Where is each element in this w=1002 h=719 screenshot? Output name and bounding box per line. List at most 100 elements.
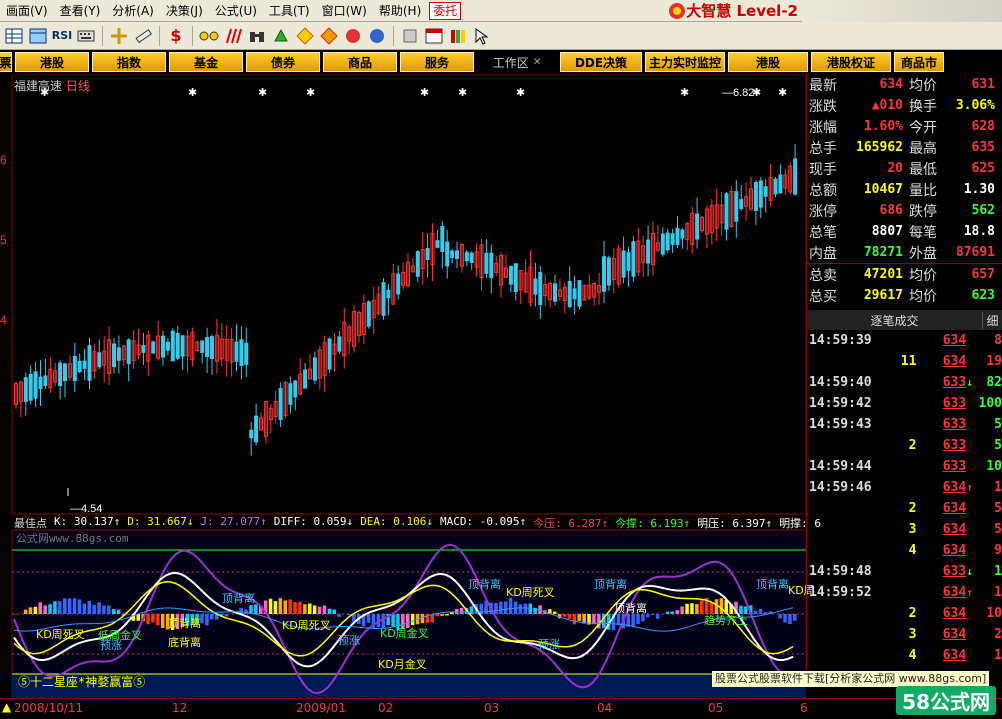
- indicator-value: 明压: 6.397↑: [697, 517, 773, 530]
- tab-hk-warrant[interactable]: 港股权证: [811, 52, 891, 72]
- table-icon[interactable]: [26, 25, 50, 47]
- macd-bar: [273, 601, 278, 614]
- menu-trade[interactable]: 委托: [429, 1, 462, 20]
- indicator-value: 今撑: 6.193↑: [615, 517, 691, 530]
- signal-annotation: KD月金叉: [378, 658, 427, 671]
- tick-detail-button[interactable]: 细: [982, 311, 1002, 329]
- window-icon[interactable]: [422, 25, 446, 47]
- signal-annotation: 顶背离: [168, 617, 201, 630]
- macd-bar: [151, 614, 155, 623]
- tab-bond[interactable]: 债券: [246, 52, 320, 72]
- rsi-icon[interactable]: RSI: [50, 25, 74, 47]
- macd-bar: [317, 606, 322, 614]
- menu-decision[interactable]: 决策(J): [160, 0, 209, 22]
- tab-main-force-monitor[interactable]: 主力实时监控: [645, 52, 725, 72]
- menu-check[interactable]: 查看(Y): [54, 0, 107, 22]
- quote-value: 631: [971, 77, 995, 92]
- toolbar-separator: [159, 25, 160, 46]
- menu-help[interactable]: 帮助(H): [373, 0, 427, 22]
- glasses-icon[interactable]: [197, 25, 221, 47]
- bell-icon[interactable]: [269, 25, 293, 47]
- quote-value: 47201: [863, 267, 903, 282]
- signal-annotation: 底背离: [168, 636, 201, 649]
- ruler-icon[interactable]: [131, 25, 155, 47]
- quote-value: 8807: [871, 224, 903, 239]
- close-icon[interactable]: ✕: [533, 57, 541, 68]
- blue-icon[interactable]: [365, 25, 389, 47]
- tab-fund[interactable]: 基金: [169, 52, 243, 72]
- macd-bar: [420, 614, 425, 624]
- macd-bar: [680, 606, 684, 614]
- candle-body: [381, 282, 386, 316]
- kline-chart-area[interactable]: 654—6.82—4.54✱✱✱✱✱✱✱✱✱✱★: [0, 74, 806, 698]
- candle-body: [538, 271, 543, 305]
- tab-workspace[interactable]: 工作区 ✕: [477, 54, 557, 71]
- signal-annotation: 趋势齐上: [704, 614, 748, 627]
- kline-chart[interactable]: 654—6.82—4.54✱✱✱✱✱✱✱✱✱✱★: [0, 74, 806, 698]
- books-icon[interactable]: [446, 25, 470, 47]
- tab-index[interactable]: 指数: [92, 52, 166, 72]
- keyboard-icon[interactable]: [74, 25, 98, 47]
- diamond2-icon[interactable]: [317, 25, 341, 47]
- candle-body: [82, 360, 87, 369]
- macd-bar: [23, 609, 28, 614]
- indicator-value: D: 31.667↓: [127, 515, 194, 528]
- quote-label: 均价: [909, 77, 937, 94]
- tick-price: 634: [942, 501, 967, 516]
- dollar-icon[interactable]: $: [164, 25, 188, 47]
- tab-service[interactable]: 服务: [400, 52, 474, 72]
- signal-star-icon: ✱: [420, 86, 429, 99]
- menu-view[interactable]: 画面(V): [0, 0, 54, 22]
- candle-body: [425, 247, 430, 261]
- tab-stock-partial[interactable]: 票: [0, 52, 12, 72]
- tab-commodity-market[interactable]: 商品市: [894, 52, 944, 72]
- tab-hk-stock-2[interactable]: 港股: [728, 52, 808, 72]
- candle-body: [753, 182, 758, 211]
- macd-bar: [651, 614, 655, 616]
- cursor-help-icon[interactable]: [470, 25, 494, 47]
- signal-annotation: 顶背离: [222, 592, 255, 605]
- stripes-icon[interactable]: [221, 25, 245, 47]
- candle-body: [626, 252, 631, 271]
- candle-body: [415, 251, 420, 277]
- candle-body: [38, 376, 43, 389]
- menu-analysis[interactable]: 分析(A): [106, 0, 160, 22]
- macd-bar: [87, 600, 91, 614]
- candle-body: [572, 288, 577, 300]
- rocket-icon[interactable]: [341, 25, 365, 47]
- candle-body: [170, 330, 175, 362]
- menu-formula[interactable]: 公式(U): [209, 0, 263, 22]
- candle-body: [670, 233, 675, 245]
- quote-value: 1.30: [963, 182, 995, 197]
- menu-tools[interactable]: 工具(T): [263, 0, 316, 22]
- tab-dde-decision[interactable]: DDE决策: [560, 52, 642, 72]
- tab-commodity[interactable]: 商品: [323, 52, 397, 72]
- quote-label: 总笔: [809, 224, 837, 241]
- y-axis-tick: 5: [0, 233, 7, 247]
- candle-body: [763, 186, 768, 197]
- menu-window[interactable]: 窗口(W): [316, 0, 373, 22]
- diamond-icon[interactable]: [293, 25, 317, 47]
- macd-bar: [205, 614, 209, 626]
- binoculars-icon[interactable]: [245, 25, 269, 47]
- grid-icon[interactable]: [2, 25, 26, 47]
- macd-bar: [72, 598, 77, 614]
- tick-qty: 10: [986, 606, 1002, 621]
- quote-row: 总手 165962 最高 635: [807, 137, 1002, 158]
- menu-bar: 画面(V) 查看(Y) 分析(A) 决策(J) 公式(U) 工具(T) 窗口(W…: [0, 0, 1002, 22]
- tab-hk-stock[interactable]: 港股: [15, 52, 89, 72]
- tick-rows: 14:59:39 634 8 11 634 19 14:59:40 633 ↓ 82 14:59:4…: [807, 330, 1002, 666]
- doc-icon[interactable]: [398, 25, 422, 47]
- toolbar-separator: [192, 25, 193, 46]
- candle-body: [724, 193, 729, 230]
- quote-row: 总额 10467 量比 1.30: [807, 179, 1002, 200]
- macd-bar: [675, 610, 679, 614]
- tick-row: 11 634 19: [807, 351, 1002, 372]
- candle-body: [464, 251, 469, 262]
- crosshair-icon[interactable]: [107, 25, 131, 47]
- footer-ad[interactable]: 股票公式股票软件下载[分析家公式网 www.88gs.com]: [712, 671, 990, 687]
- macd-bar: [136, 614, 140, 621]
- candle-body: [450, 250, 455, 258]
- tick-qty: 5: [994, 438, 1002, 453]
- candle-body: [254, 415, 259, 443]
